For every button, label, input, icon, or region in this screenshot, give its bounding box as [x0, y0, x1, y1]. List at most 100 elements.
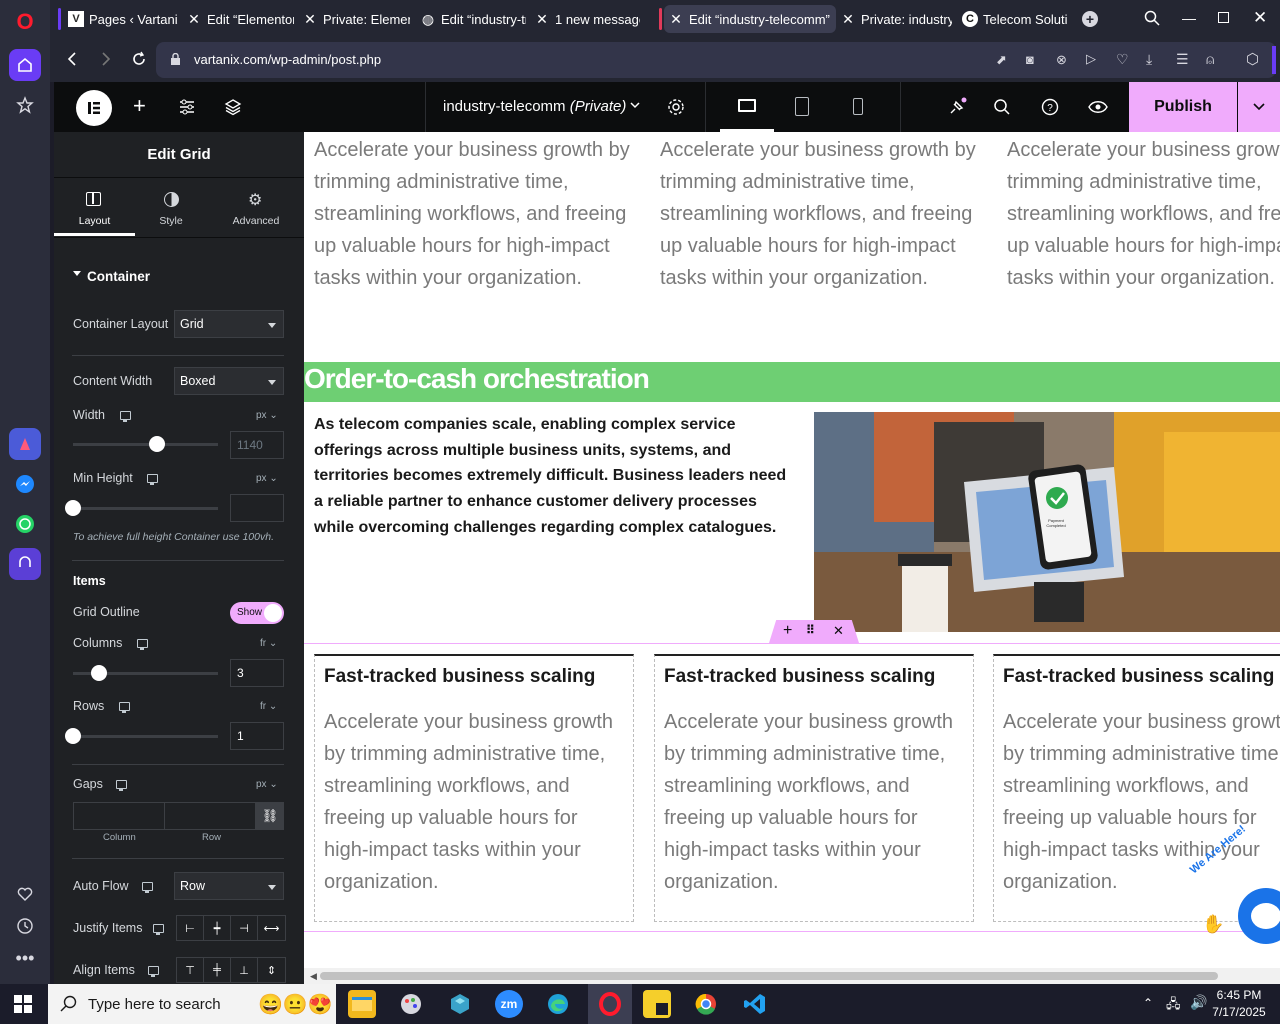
align-end-icon[interactable]: ⊥	[231, 958, 258, 982]
sticky-notes-icon[interactable]	[643, 990, 671, 1018]
scrollbar-thumb[interactable]	[320, 972, 1218, 980]
scroll-left-icon[interactable]: ◀	[310, 971, 317, 982]
feature-text[interactable]: Accelerate your business growth by trimm…	[660, 134, 980, 294]
tab-advanced[interactable]: ⚙ Advanced	[220, 179, 292, 236]
slider-handle[interactable]	[91, 665, 107, 681]
document-title[interactable]: industry-telecomm (Private)	[443, 98, 626, 115]
tablet-icon[interactable]	[795, 97, 809, 116]
align-stretch-icon[interactable]: ⇕	[258, 958, 285, 982]
link-values-icon[interactable]: ⛓	[256, 802, 284, 830]
payment-image[interactable]: Payment Completed	[814, 412, 1280, 632]
grid-outline-toggle[interactable]: Show	[230, 602, 284, 624]
extensions-icon[interactable]: ⬡	[1246, 50, 1259, 68]
new-tab-icon[interactable]: +	[1082, 11, 1098, 27]
rows-unit-select[interactable]: fr ⌄	[260, 701, 277, 712]
responsive-desktop-icon[interactable]	[153, 924, 164, 935]
profile-icon[interactable]: ⍝	[1206, 51, 1214, 68]
container-layout-select[interactable]: Grid	[174, 310, 284, 338]
columns-slider[interactable]	[73, 665, 218, 681]
mobile-icon[interactable]	[853, 98, 863, 115]
messenger-icon[interactable]	[9, 468, 41, 500]
card-text[interactable]: Accelerate your business growth by trimm…	[324, 706, 624, 898]
rows-input[interactable]: 1	[230, 722, 284, 750]
caret-down-icon[interactable]	[73, 271, 81, 276]
slider-handle[interactable]	[149, 436, 165, 452]
paint-app-icon[interactable]	[397, 990, 425, 1018]
section-container-title[interactable]: Container	[87, 269, 150, 284]
justify-start-icon[interactable]: ⊢	[177, 916, 204, 940]
chrome-icon[interactable]	[692, 990, 720, 1018]
tab-search-icon[interactable]	[1144, 10, 1160, 31]
adblock-icon[interactable]: ⊗	[1056, 52, 1067, 68]
columns-input[interactable]: 3	[230, 659, 284, 687]
responsive-desktop-icon[interactable]	[137, 639, 148, 650]
history-icon[interactable]	[9, 910, 41, 942]
responsive-desktop-icon[interactable]	[119, 702, 130, 713]
min-height-input[interactable]	[230, 494, 284, 522]
columns-unit-select[interactable]: fr ⌄	[260, 638, 277, 649]
feature-card[interactable]: Fast-tracked business scaling Accelerate…	[654, 654, 974, 922]
rows-slider[interactable]	[65, 728, 218, 744]
volume-icon[interactable]: 🔊	[1190, 994, 1207, 1011]
card-title[interactable]: Fast-tracked business scaling	[1003, 666, 1274, 688]
tab-layout[interactable]: Layout	[54, 179, 135, 236]
help-icon[interactable]: ?	[1041, 98, 1059, 121]
close-window-icon[interactable]: ✕	[1253, 8, 1267, 28]
publish-options-button[interactable]	[1238, 82, 1280, 132]
responsive-desktop-icon[interactable]	[148, 966, 159, 977]
back-icon[interactable]	[66, 51, 78, 72]
send-icon[interactable]: ▷	[1086, 51, 1096, 67]
slider-handle[interactable]	[65, 500, 81, 516]
notes-pin-icon[interactable]	[947, 97, 967, 122]
star-icon[interactable]	[9, 89, 41, 121]
responsive-desktop-icon[interactable]	[142, 882, 153, 893]
download-icon[interactable]: ⤓	[1146, 51, 1152, 68]
reload-icon[interactable]	[131, 51, 147, 72]
site-settings-icon[interactable]	[178, 99, 196, 120]
justify-stretch-icon[interactable]: ⟷	[258, 916, 285, 940]
opera-logo-icon[interactable]: O	[9, 6, 41, 38]
tab-edit-elementor[interactable]: ✕ Edit “Elementor	[182, 5, 294, 33]
forward-icon[interactable]	[100, 51, 112, 72]
clock-date[interactable]: 7/17/2025	[1210, 1005, 1268, 1019]
responsive-desktop-icon[interactable]	[147, 474, 158, 485]
card-title[interactable]: Fast-tracked business scaling	[664, 666, 935, 688]
taskbar-search-box[interactable]: Type here to search 😄😐😍	[48, 984, 336, 1024]
justify-end-icon[interactable]: ⊣	[231, 916, 258, 940]
preview-eye-icon[interactable]	[1088, 99, 1108, 120]
clock-time[interactable]: 6:45 PM	[1210, 988, 1268, 1002]
width-input[interactable]: 1140	[230, 431, 284, 459]
horizontal-scrollbar[interactable]: ◀	[304, 968, 1280, 984]
minimize-icon[interactable]: —	[1182, 10, 1196, 26]
responsive-desktop-icon[interactable]	[120, 411, 131, 422]
slider-handle[interactable]	[65, 728, 81, 744]
chevron-down-icon[interactable]	[629, 98, 641, 116]
more-icon[interactable]: •••	[9, 942, 41, 974]
card-title[interactable]: Fast-tracked business scaling	[324, 666, 595, 688]
card-text[interactable]: Accelerate your business growth by trimm…	[664, 706, 964, 898]
easy-setup-icon[interactable]: ☰	[1176, 51, 1189, 68]
home-icon[interactable]	[9, 49, 41, 81]
page-settings-icon[interactable]	[667, 98, 685, 121]
feature-card[interactable]: Fast-tracked business scaling Accelerate…	[314, 654, 634, 922]
tab-private-industry[interactable]: ✕ Private: industry	[836, 5, 952, 33]
3d-app-icon[interactable]	[446, 990, 474, 1018]
camera-icon[interactable]: ◙	[1026, 52, 1034, 67]
music-player-icon[interactable]	[9, 548, 41, 580]
bookmark-heart-icon[interactable]: ♡	[1116, 51, 1129, 68]
justify-center-icon[interactable]: ┿	[204, 916, 231, 940]
feature-text[interactable]: Accelerate your business growth by trimm…	[314, 134, 634, 294]
tab-style[interactable]: Style	[135, 179, 207, 236]
responsive-desktop-icon[interactable]	[116, 780, 127, 791]
feature-card[interactable]: Fast-tracked business scaling Accelerate…	[993, 654, 1280, 922]
chat-launcher-button[interactable]	[1238, 888, 1280, 944]
align-start-icon[interactable]: ⊤	[177, 958, 204, 982]
feature-text[interactable]: Accelerate your business growth by trimm…	[1007, 134, 1280, 294]
add-container-icon[interactable]: +	[783, 622, 792, 640]
gap-column-input[interactable]	[73, 802, 165, 830]
section-paragraph[interactable]: As telecom companies scale, enabling com…	[314, 412, 799, 541]
address-bar[interactable]: vartanix.com/wp-admin/post.php ⬈ ◙ ⊗ ▷ ♡…	[156, 42, 1276, 78]
publish-button[interactable]: Publish	[1129, 82, 1237, 132]
vscode-icon[interactable]	[741, 990, 769, 1018]
network-icon[interactable]: 🖧	[1166, 995, 1181, 1017]
